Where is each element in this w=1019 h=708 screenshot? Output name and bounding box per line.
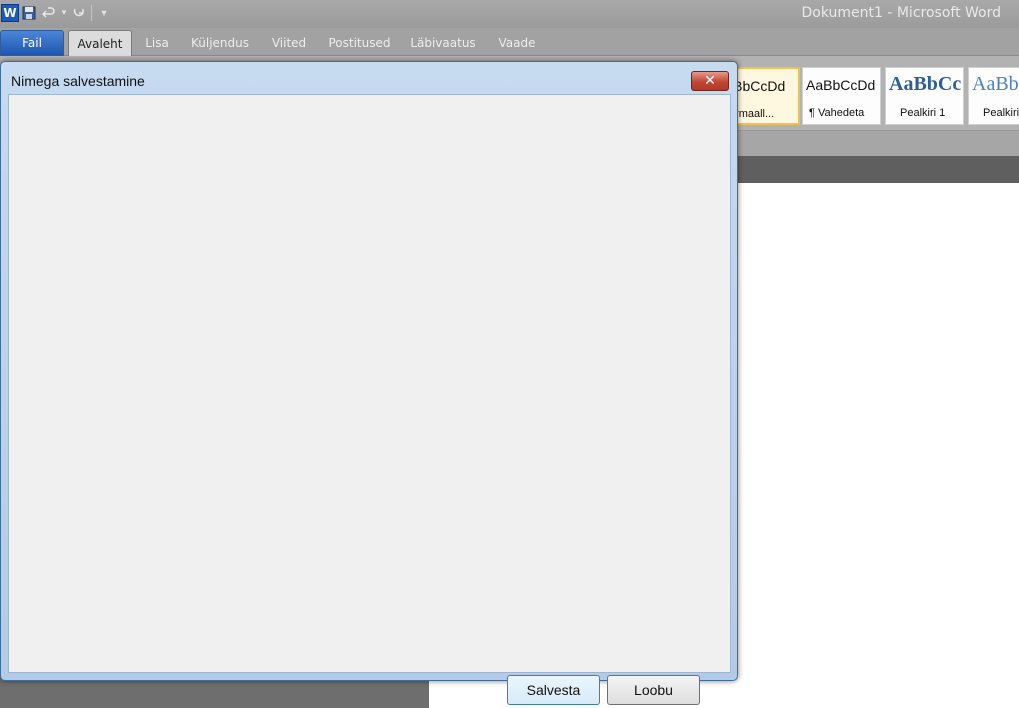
word-app-icon[interactable]: W [1, 4, 19, 22]
save-button[interactable]: Salvesta [507, 675, 600, 705]
tab-home[interactable]: Avaleht [68, 30, 132, 56]
tab-layout[interactable]: Küljendus [185, 30, 255, 56]
dialog-title: Nimega salvestamine [11, 73, 145, 89]
ruler-area [738, 156, 1019, 183]
save-icon[interactable] [19, 3, 39, 23]
customize-qat-icon[interactable]: ▾ [94, 3, 114, 23]
window-title: Dokument1 - Microsoft Word [801, 5, 1001, 21]
close-button[interactable]: ✕ [691, 71, 729, 91]
dialog-content: Salvesta Loobu [8, 94, 731, 705]
style-sample-text: AaBbCc [889, 73, 962, 95]
undo-dropdown-icon[interactable]: ▾ [59, 3, 69, 23]
style-label: Pealkiri 2 [983, 107, 1019, 119]
style-label: ¶ Vahedeta [809, 107, 865, 119]
toolbar-separator [91, 5, 92, 21]
cancel-button[interactable]: Loobu [607, 675, 700, 705]
tab-mailings[interactable]: Postitused [322, 30, 397, 56]
tab-view[interactable]: Vaade [490, 30, 544, 56]
style-label: Pealkiri 1 [900, 107, 946, 119]
style-sample-text: AaBbC [972, 73, 1019, 95]
tab-review[interactable]: Läbivaatus [405, 30, 481, 56]
tab-references[interactable]: Viited [264, 30, 314, 56]
tab-insert[interactable]: Lisa [137, 30, 177, 56]
style-sample-text: AaBbCcDd [806, 77, 876, 93]
save-as-dialog: Nimega salvestamine ✕ Salvesta Loobu [0, 61, 738, 705]
ribbon-tabs: Fail Avaleht Lisa Küljendus Viited Posti… [0, 28, 1019, 56]
redo-icon[interactable] [69, 3, 89, 23]
style-heading-1[interactable]: AaBbCc Pealkiri 1 [885, 67, 964, 125]
undo-icon[interactable] [39, 3, 59, 23]
style-heading-2[interactable]: AaBbC Pealkiri 2 [968, 67, 1019, 125]
title-bar: W ▾ ▾ Dokument1 - Microsoft Word [0, 0, 1019, 28]
tab-file[interactable]: Fail [0, 30, 64, 56]
style-no-spacing[interactable]: AaBbCcDd ¶ Vahedeta [802, 67, 881, 125]
quick-access-toolbar: W ▾ ▾ [0, 3, 114, 23]
close-icon: ✕ [704, 73, 716, 89]
